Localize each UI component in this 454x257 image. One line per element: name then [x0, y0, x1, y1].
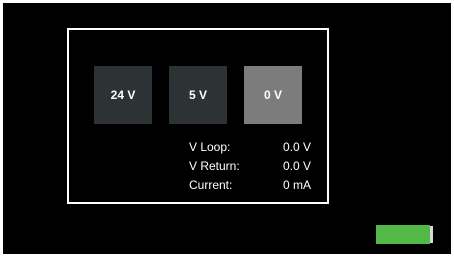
current-row: Current: 0 mA [189, 175, 311, 194]
device-screen: 24 V 5 V 0 V V Loop: 0.0 V V Return: 0.0… [3, 3, 451, 254]
current-value: 0 mA [282, 177, 311, 192]
v-loop-value: 0.0 V [282, 139, 311, 154]
battery-body [376, 225, 430, 244]
v-return-value: 0.0 V [282, 158, 311, 173]
voltage-0v-button[interactable]: 0 V [244, 66, 302, 124]
battery-level-fill [376, 225, 430, 244]
voltage-0v-label: 0 V [263, 88, 282, 102]
v-return-label: V Return: [189, 158, 240, 173]
v-return-row: V Return: 0.0 V [189, 156, 311, 175]
voltage-control-panel: 24 V 5 V 0 V V Loop: 0.0 V V Return: 0.0… [67, 28, 329, 204]
voltage-5v-label: 5 V [188, 88, 207, 102]
v-loop-label: V Loop: [189, 139, 231, 154]
battery-terminal [430, 226, 433, 243]
v-loop-row: V Loop: 0.0 V [189, 137, 311, 156]
voltage-24v-label: 24 V [110, 88, 136, 102]
battery-icon [376, 225, 433, 244]
voltage-24v-button[interactable]: 24 V [94, 66, 152, 124]
voltage-5v-button[interactable]: 5 V [169, 66, 227, 124]
current-label: Current: [189, 177, 233, 192]
readings-table: V Loop: 0.0 V V Return: 0.0 V Current: 0… [189, 137, 311, 194]
